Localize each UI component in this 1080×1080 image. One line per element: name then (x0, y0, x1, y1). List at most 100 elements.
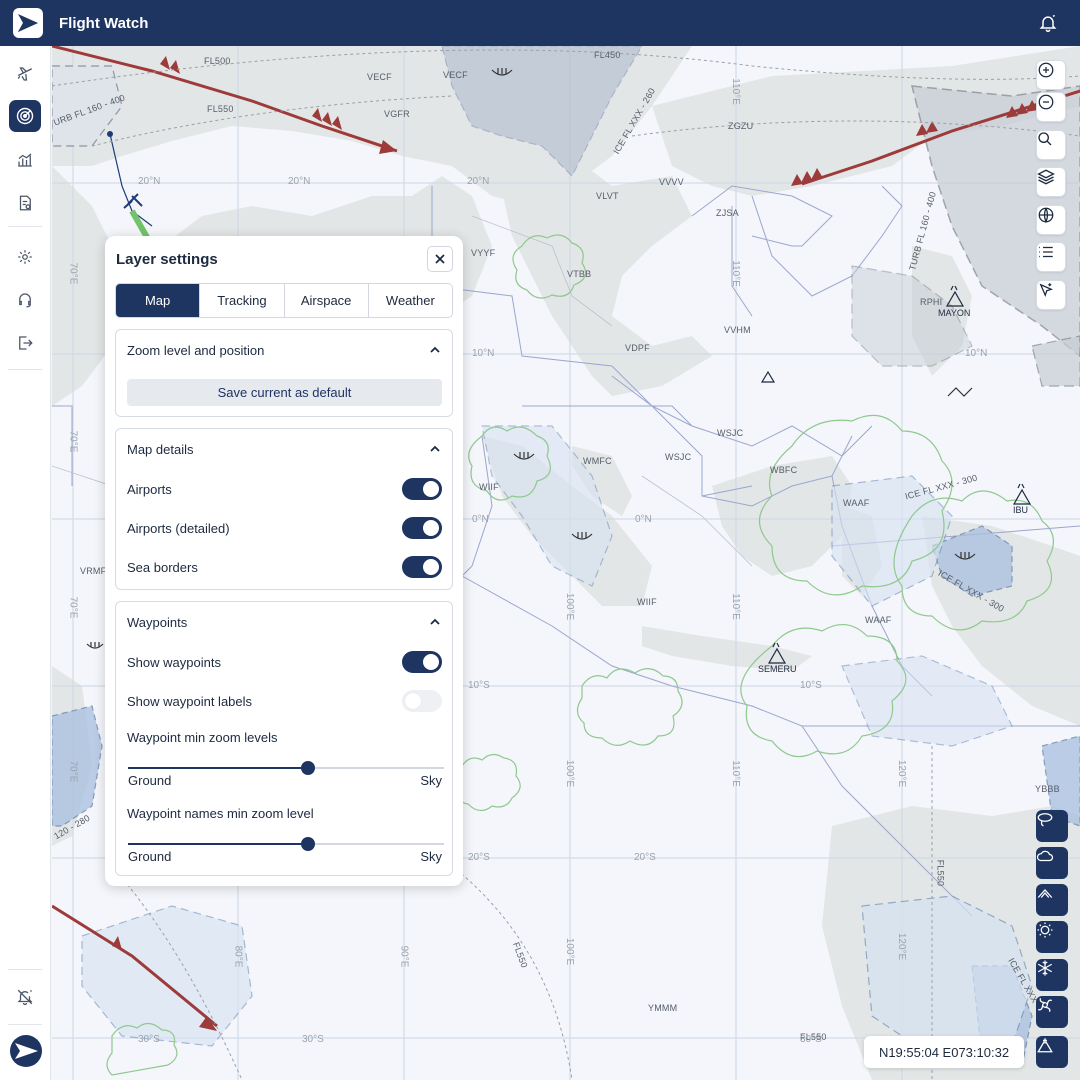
waypoints-section: Waypoints Show waypoints Show waypoint l… (115, 601, 453, 876)
show-waypoints-toggle[interactable] (402, 651, 442, 673)
longitude-label: 120°E (896, 932, 908, 961)
slider-handle[interactable] (301, 761, 316, 775)
select-cursor-icon (1039, 283, 1054, 298)
tab-tracking[interactable]: Tracking (199, 284, 283, 317)
plane-icon (17, 67, 33, 81)
map-label: VYYF (471, 248, 496, 258)
toggle-knob (405, 693, 421, 709)
sidebar-item-analytics[interactable] (9, 144, 41, 176)
globe-icon (1038, 207, 1054, 224)
tropical-cyclone-button[interactable] (1036, 996, 1068, 1028)
latitude-label: 20°S (634, 852, 656, 863)
app-title: Flight Watch (59, 14, 149, 32)
map-label: WAAF (843, 498, 870, 508)
latitude-label: 30°S (138, 1034, 160, 1045)
airports-detailed-label: Airports (detailed) (127, 521, 230, 536)
latitude-label: 20°S (468, 852, 490, 863)
chevron-up-icon[interactable] (428, 343, 442, 357)
map-label: WMFC (583, 456, 612, 466)
longitude-label: 110°E (729, 760, 741, 787)
volcano-layer-button[interactable] (1036, 1036, 1068, 1068)
sidebar-item-support[interactable] (9, 284, 41, 316)
sea-borders-label: Sea borders (127, 560, 198, 575)
zoom-in-button[interactable] (1036, 60, 1066, 90)
logout-icon (19, 336, 33, 350)
latitude-label: 10°S (800, 680, 822, 691)
close-icon (435, 254, 445, 264)
waypoint-min-zoom-slider[interactable] (128, 761, 444, 775)
mountain-wave-button[interactable] (1036, 884, 1068, 916)
latitude-label: 30°S (302, 1034, 324, 1045)
logo-mark-icon (18, 14, 38, 32)
sidebar-item-logout[interactable] (9, 327, 41, 359)
chevron-up-icon[interactable] (428, 615, 442, 629)
close-button[interactable] (427, 246, 453, 272)
map-label: ZJSA (716, 208, 739, 218)
tab-weather[interactable]: Weather (367, 284, 452, 317)
sidebar-item-reports[interactable] (9, 187, 41, 219)
app-logo (13, 8, 43, 38)
map-label: WSJC (717, 428, 744, 438)
sidebar-item-flights[interactable] (9, 58, 41, 90)
sidebar-divider (8, 226, 42, 227)
longitude-label: 90°E (398, 945, 410, 968)
map-label: FL450 (594, 50, 621, 60)
map-label: VRMF (80, 566, 107, 576)
tab-airspace[interactable]: Airspace (283, 284, 368, 317)
waypoint-names-min-zoom-slider[interactable] (128, 837, 444, 851)
lasso-icon (1037, 813, 1053, 827)
list-icon (1039, 246, 1053, 258)
latitude-label: 10°N (472, 348, 495, 359)
notifications-off-icon (17, 989, 33, 1006)
latitude-label: 10°N (965, 348, 988, 359)
map-label: FL500 (204, 56, 231, 66)
map-label: VVHM (724, 325, 751, 335)
slider-handle[interactable] (301, 837, 316, 851)
sun-layer-button[interactable] (1036, 921, 1068, 953)
latitude-label: 30°S (800, 1034, 822, 1045)
zoom-section: Zoom level and position Save current as … (115, 329, 453, 417)
sidebar-item-notifications-off[interactable] (9, 981, 41, 1013)
cloud-layer-button[interactable] (1036, 847, 1068, 879)
volcano-label: IBU (1013, 505, 1029, 515)
volcano-label: SEMERU (758, 664, 797, 674)
layer-settings-panel: Layer settings Map Tracking Airspace Wea… (105, 236, 463, 886)
lasso-button[interactable] (1036, 810, 1068, 842)
show-waypoint-labels-label: Show waypoint labels (127, 694, 253, 709)
chevron-up-icon[interactable] (428, 442, 442, 456)
sidebar-divider (8, 369, 42, 370)
longitude-label: 100°E (564, 592, 576, 621)
map-label: VVVV (659, 177, 684, 187)
slider-fill (128, 767, 309, 769)
icing-layer-button[interactable] (1036, 959, 1068, 991)
latitude-label: 0°N (472, 514, 489, 525)
list-button[interactable] (1036, 242, 1066, 272)
layers-button[interactable] (1036, 167, 1066, 197)
sea-borders-toggle[interactable] (402, 556, 442, 578)
layer-tabs: Map Tracking Airspace Weather (115, 283, 453, 318)
tab-map[interactable]: Map (116, 284, 200, 317)
chart-icon (18, 153, 32, 167)
globe-button[interactable] (1036, 205, 1066, 235)
sidebar-divider (8, 1024, 42, 1025)
sidebar-item-settings[interactable] (9, 241, 41, 273)
map-label: VDPF (625, 343, 650, 353)
support-icon (19, 293, 31, 308)
airports-toggle[interactable] (402, 478, 442, 500)
latitude-label: 0°N (635, 514, 652, 525)
save-default-button[interactable]: Save current as default (127, 379, 442, 406)
map-label: VECF (367, 72, 392, 82)
volcano-icon (1037, 1038, 1053, 1053)
search-button[interactable] (1036, 130, 1066, 160)
map-label: WIIF (479, 482, 499, 492)
select-tool-button[interactable] (1036, 280, 1066, 310)
map-label: RPHI (920, 297, 943, 307)
zoom-out-button[interactable] (1036, 92, 1066, 122)
settings-icon (18, 250, 32, 264)
latitude-label: 10°S (468, 680, 490, 691)
notifications-button[interactable] (1036, 11, 1060, 35)
show-waypoint-labels-toggle[interactable] (402, 690, 442, 712)
toggle-knob (423, 481, 439, 497)
airports-detailed-toggle[interactable] (402, 517, 442, 539)
sidebar-item-radar[interactable] (9, 100, 41, 132)
